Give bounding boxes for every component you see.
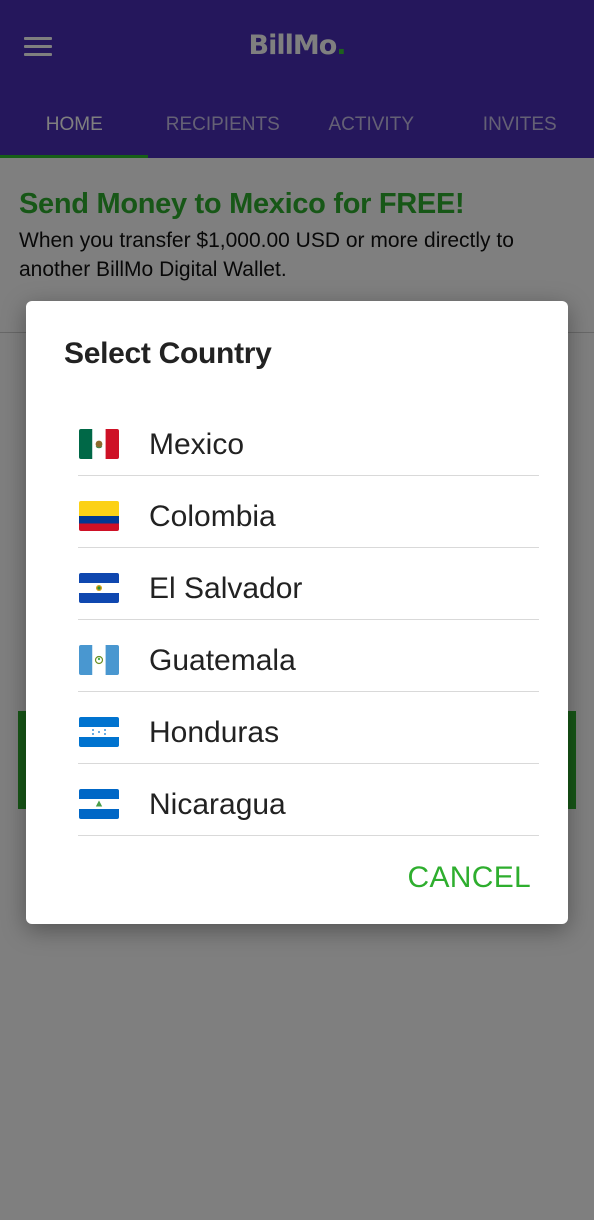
country-option-honduras[interactable]: Honduras — [78, 692, 539, 764]
dialog-title: Select Country — [64, 337, 272, 370]
nicaragua-flag-icon — [79, 789, 119, 819]
country-name: Mexico — [149, 428, 245, 461]
country-option-nicaragua[interactable]: Nicaragua — [78, 764, 539, 836]
country-option-el-salvador[interactable]: El Salvador — [78, 548, 539, 620]
country-name: Colombia — [149, 500, 276, 533]
mexico-flag-icon — [79, 429, 119, 459]
country-option-guatemala[interactable]: Guatemala — [78, 620, 539, 692]
cancel-button[interactable]: CANCEL — [408, 861, 532, 895]
honduras-flag-icon — [79, 717, 119, 747]
country-name: El Salvador — [149, 572, 303, 605]
country-option-mexico[interactable]: Mexico — [78, 404, 539, 476]
country-option-colombia[interactable]: Colombia — [78, 476, 539, 548]
country-list: Mexico Colombia El Salvador Guatemala Ho… — [78, 404, 539, 836]
el-salvador-flag-icon — [79, 573, 119, 603]
country-name: Honduras — [149, 716, 280, 749]
country-name: Guatemala — [149, 644, 296, 677]
guatemala-flag-icon — [79, 645, 119, 675]
country-name: Nicaragua — [149, 788, 286, 821]
select-country-dialog: Select Country Mexico Colombia El Salvad… — [26, 301, 568, 924]
colombia-flag-icon — [79, 501, 119, 531]
